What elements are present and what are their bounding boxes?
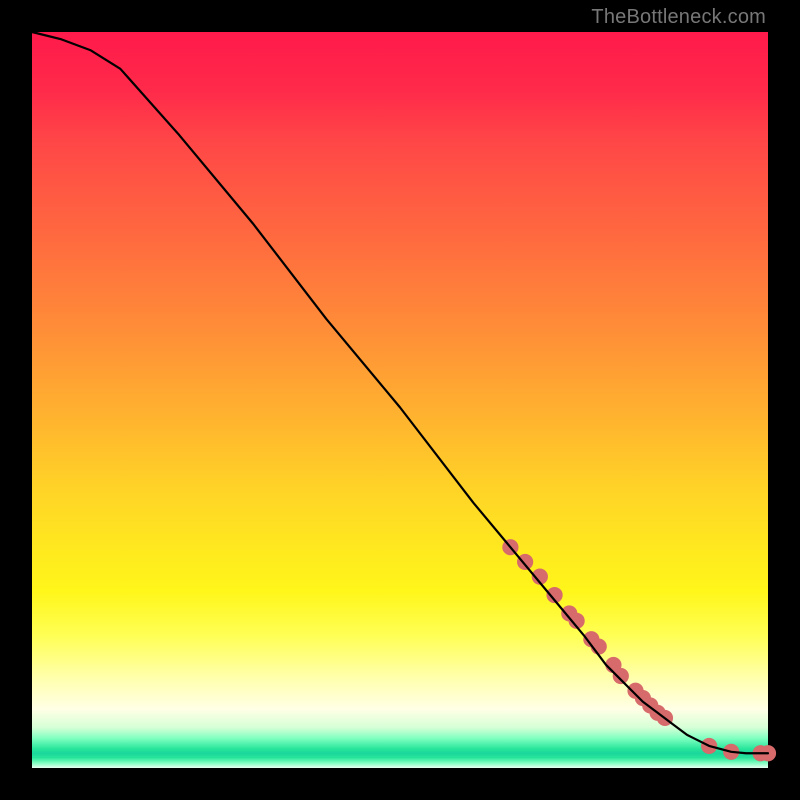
data-point [517, 554, 533, 570]
plot-svg [32, 32, 768, 768]
chart-frame: TheBottleneck.com [0, 0, 800, 800]
plot-area [32, 32, 768, 768]
data-point [613, 668, 629, 684]
watermark-text: TheBottleneck.com [591, 6, 766, 29]
marker-layer [502, 539, 776, 761]
bottleneck-curve [32, 32, 768, 753]
